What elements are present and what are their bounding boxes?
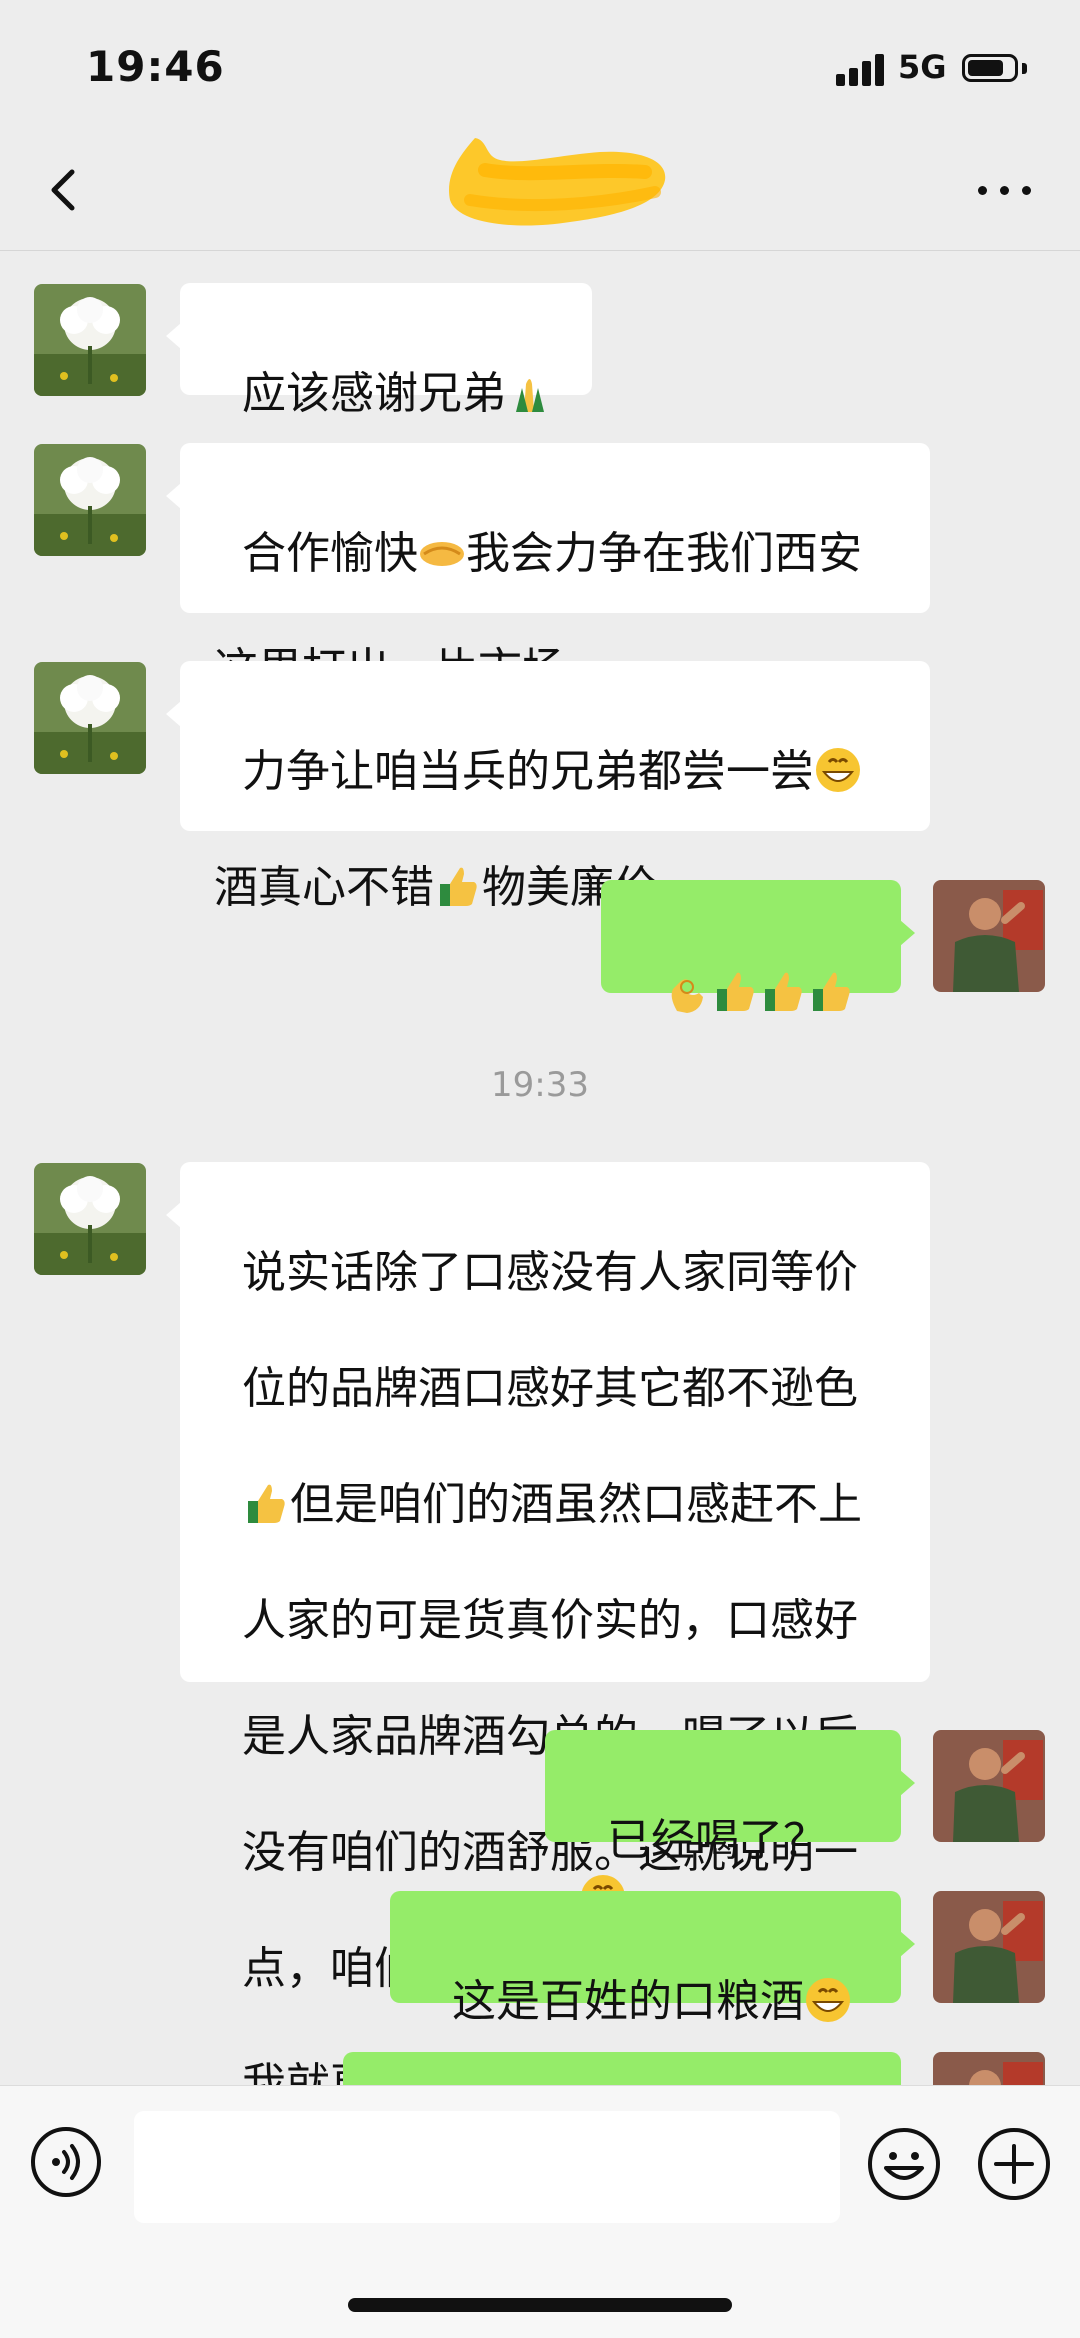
redacted-title — [449, 138, 666, 226]
message-bubble[interactable]: 力争让咱当兵的兄弟都尝一尝 酒真心不错 物美廉价 — [166, 661, 930, 913]
plus-button[interactable] — [976, 2126, 1052, 2202]
message-text: 但是咱们的酒虽然口感赶不上 — [289, 1479, 862, 1530]
my-avatar[interactable] — [933, 880, 1045, 992]
signal-icon — [836, 54, 886, 86]
chat-timestamp: 19:33 — [491, 1065, 589, 1105]
message-input[interactable] — [134, 2111, 840, 2223]
message-bubble[interactable] — [601, 880, 915, 1013]
soldier-avatar-image — [933, 880, 1045, 992]
thumbs-up-emoji-icon — [812, 972, 850, 1011]
message-bubble[interactable]: 已经喝了？ — [545, 1730, 915, 1919]
message-text: 这是百姓的口粮酒 — [451, 1976, 804, 2027]
soldier-avatar-image — [933, 1891, 1045, 2003]
flower-avatar-image — [34, 662, 146, 774]
voice-button[interactable] — [30, 2126, 102, 2198]
contact-avatar[interactable] — [34, 284, 146, 396]
contact-avatar[interactable] — [34, 1163, 146, 1275]
message-text: 应该感谢兄弟 — [241, 368, 506, 419]
ok-hand-emoji-icon — [671, 979, 703, 1013]
thumbs-up-emoji-icon — [764, 972, 802, 1011]
plus-icon — [978, 2128, 1050, 2200]
message-bubble[interactable]: 说实话除了口感没有人家同等价 位的品牌酒口感好其它都不逊色 但是咱们的酒虽然口感… — [166, 1162, 930, 2110]
thumbs-up-emoji-icon — [247, 1484, 285, 1523]
message-text: 人家的可是货真价实的，口感好 — [241, 1595, 858, 1646]
chevron-left-icon — [51, 169, 75, 211]
message-bubble[interactable]: 合作愉快我会力争在我们西安 这里打出一片市场 — [166, 443, 930, 695]
emoji-button[interactable] — [866, 2126, 942, 2202]
battery-tip — [1022, 63, 1027, 74]
message-text: 我会力争在我们西安 — [465, 528, 862, 579]
message-text: 已经喝了？ — [606, 1815, 827, 1866]
status-time: 19:46 — [86, 42, 225, 91]
message-text: 力争让咱当兵的兄弟都尝一尝 — [241, 746, 814, 797]
pray-emoji-icon — [515, 379, 544, 412]
message-text: 合作愉快 — [241, 528, 418, 579]
grin-emoji-icon — [815, 748, 860, 792]
chat-header — [0, 130, 1080, 251]
soldier-avatar-image — [933, 1730, 1045, 1842]
thumbs-up-emoji-icon — [440, 867, 477, 906]
network-label: 5G — [898, 48, 947, 86]
emoji-icon — [868, 2128, 940, 2200]
message-text: 酒真心不错 — [214, 862, 434, 913]
my-avatar[interactable] — [933, 1730, 1045, 1842]
flower-avatar-image — [34, 1163, 146, 1275]
grin-emoji-icon — [805, 1978, 850, 2022]
back-button[interactable] — [38, 160, 98, 220]
home-indicator[interactable] — [348, 2298, 732, 2312]
handshake-emoji-icon — [419, 542, 464, 566]
status-bar: 19:46 5G — [0, 0, 1080, 130]
battery-icon — [962, 54, 1018, 82]
flower-avatar-image — [34, 284, 146, 396]
flower-avatar-image — [34, 444, 146, 556]
my-avatar[interactable] — [933, 1891, 1045, 2003]
voice-icon — [31, 2127, 101, 2197]
message-bubble[interactable]: 应该感谢兄弟 — [166, 283, 592, 419]
message-text: 位的品牌酒口感好其它都不逊色 — [241, 1363, 858, 1414]
contact-avatar[interactable] — [34, 662, 146, 774]
contact-avatar[interactable] — [34, 444, 146, 556]
message-bubble[interactable]: 这是百姓的口粮酒 — [390, 1891, 915, 2027]
more-button[interactable] — [970, 165, 1040, 215]
thumbs-up-emoji-icon — [716, 972, 754, 1011]
message-text: 说实话除了口感没有人家同等价 — [241, 1247, 858, 1298]
